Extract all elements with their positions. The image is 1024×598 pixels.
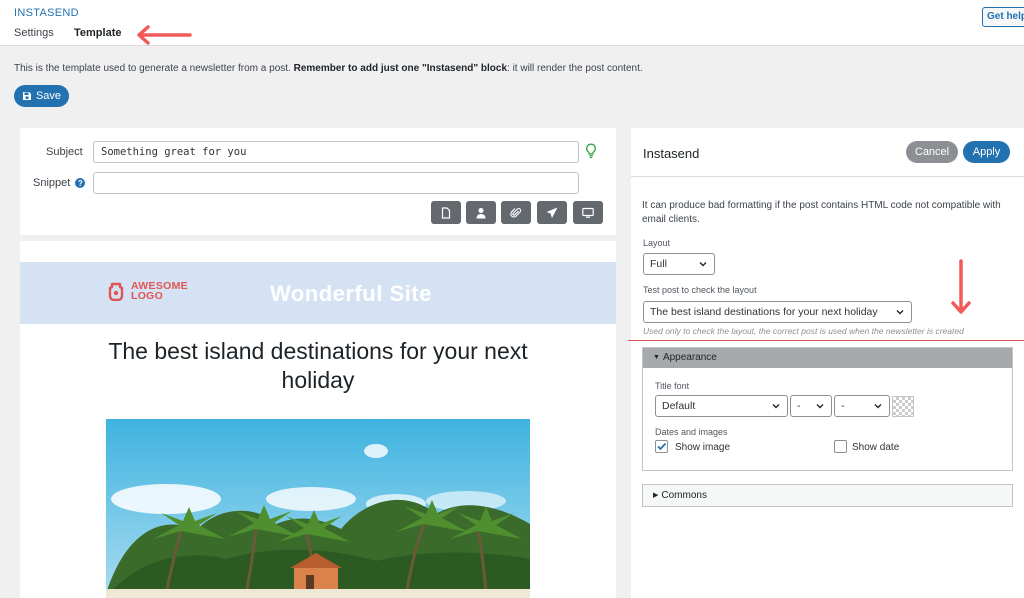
document-icon (441, 206, 451, 219)
show-date-label[interactable]: Show date (852, 442, 899, 453)
help-question-icon[interactable]: ? (75, 178, 86, 189)
cancel-button[interactable]: Cancel (906, 141, 958, 163)
paperclip-icon (510, 207, 522, 218)
document-tool-button[interactable] (431, 201, 461, 224)
send-icon (546, 207, 558, 218)
title-color-picker[interactable] (892, 396, 914, 417)
layout-label: Layout (643, 238, 671, 248)
preview-tool-button[interactable] (573, 201, 603, 224)
layout-select[interactable]: Full (643, 253, 715, 275)
layout-select-value: Full (650, 258, 667, 270)
appearance-toggle[interactable]: ▼ Appearance (643, 348, 1012, 368)
font-weight-value: - (841, 400, 845, 412)
commons-toggle[interactable]: ▶ Commons (642, 484, 1013, 507)
send-tool-button[interactable] (537, 201, 567, 224)
app-brand: INSTASEND (14, 7, 79, 19)
test-post-select[interactable]: The best island destinations for your ne… (643, 301, 912, 323)
user-tool-button[interactable] (466, 201, 496, 224)
snippet-label: Snippet ? (33, 177, 86, 189)
floppy-disk-icon (22, 92, 31, 100)
editor-divider (20, 235, 616, 241)
show-date-checkbox[interactable] (834, 440, 847, 453)
font-size-select[interactable]: - (790, 395, 832, 417)
show-image-checkbox[interactable] (655, 440, 668, 453)
chevron-down-icon (896, 310, 904, 315)
font-family-select[interactable]: Default (655, 395, 788, 417)
snippet-input[interactable] (93, 172, 579, 194)
caret-down-icon: ▼ (653, 354, 660, 361)
caret-right-icon: ▶ (653, 492, 659, 499)
test-post-select-value: The best island destinations for your ne… (650, 306, 878, 318)
title-font-label: Title font (655, 381, 690, 391)
user-icon (476, 207, 486, 218)
intro-text: This is the template used to generate a … (14, 63, 643, 74)
panel-divider (631, 176, 1024, 177)
island-beach-image (106, 419, 530, 598)
panel-title: Instasend (643, 146, 700, 161)
font-size-value: - (797, 400, 801, 412)
compatibility-warning: It can produce bad formatting if the pos… (642, 200, 1001, 225)
tab-template[interactable]: Template (74, 27, 121, 39)
subject-input[interactable]: Something great for you (93, 141, 579, 163)
chevron-down-icon (699, 262, 707, 267)
font-family-value: Default (662, 400, 696, 412)
logo-text-line2: LOGO (131, 290, 164, 302)
font-weight-select[interactable]: - (834, 395, 890, 417)
annotation-arrow-left-icon (137, 25, 192, 45)
chevron-down-icon (816, 404, 824, 409)
tab-settings[interactable]: Settings (14, 27, 54, 39)
annotation-underline (628, 340, 1024, 341)
apply-button[interactable]: Apply (963, 141, 1010, 163)
chevron-down-icon (772, 404, 780, 409)
show-image-label[interactable]: Show image (675, 442, 730, 453)
lightbulb-icon[interactable] (585, 143, 597, 159)
annotation-arrow-down-icon (951, 259, 971, 314)
chevron-down-icon (874, 404, 882, 409)
subject-label: Subject (46, 146, 83, 158)
monitor-icon (582, 207, 594, 218)
attachment-tool-button[interactable] (501, 201, 531, 224)
site-title[interactable]: Wonderful Site (270, 281, 432, 307)
test-post-help: Used only to check the layout, the corre… (643, 326, 964, 336)
get-help-button[interactable]: Get help (982, 7, 1024, 27)
site-logo[interactable]: AWESOME LOGO (106, 281, 188, 301)
test-post-label: Test post to check the layout (643, 285, 757, 295)
logo-mark-icon (108, 282, 124, 301)
checkmark-icon (657, 442, 667, 451)
save-button[interactable]: Save (14, 85, 69, 107)
dates-images-label: Dates and images (655, 427, 728, 437)
post-featured-image[interactable] (106, 419, 530, 598)
post-title[interactable]: The best island destinations for your ne… (100, 337, 536, 395)
